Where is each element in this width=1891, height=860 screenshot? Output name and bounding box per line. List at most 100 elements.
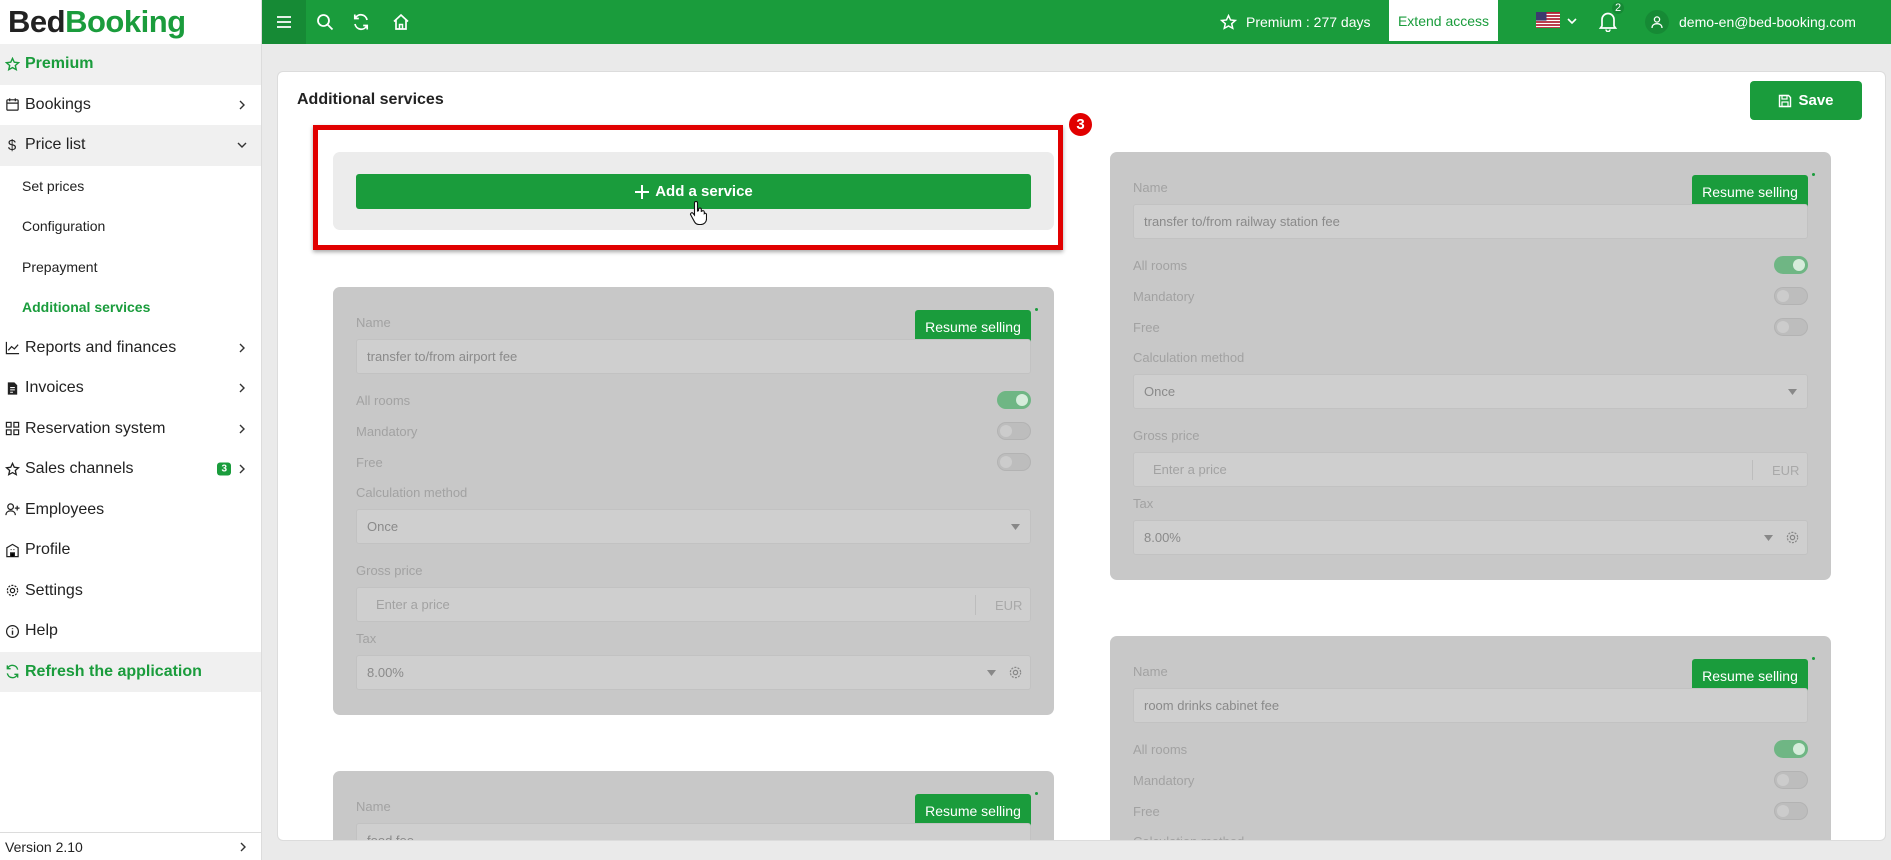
sidebar-item-settings[interactable]: Settings (0, 571, 261, 612)
all-rooms-label: All rooms (356, 393, 411, 408)
home-button[interactable] (382, 0, 420, 44)
status-dot (1035, 792, 1038, 795)
top-bar: Premium : 277 days Extend access 2 demo-… (262, 0, 1891, 44)
tax-select[interactable]: 8.00% (1133, 520, 1808, 555)
annotation-step-number: 3 (1067, 111, 1094, 138)
sidebar-item-label: Reservation system (25, 419, 166, 437)
sidebar-item-employees[interactable]: Employees (0, 490, 261, 531)
tax-label: Tax (1133, 496, 1154, 511)
building-icon (4, 542, 20, 558)
sidebar-item-label: Additional services (22, 299, 151, 316)
tax-value: 8.00% (1144, 530, 1181, 545)
chevron-right-icon (239, 383, 245, 393)
status-dot (1812, 657, 1815, 660)
all-rooms-toggle[interactable] (1774, 256, 1808, 274)
page-title: Additional services (297, 91, 444, 108)
divider (975, 595, 976, 615)
sidebar-item-configuration[interactable]: Configuration (0, 206, 261, 247)
sidebar-item-sales-channels[interactable]: Sales channels 3 (0, 449, 261, 490)
annotation-highlight-box (313, 125, 1063, 250)
status-dot (1035, 308, 1038, 311)
sidebar-item-price-list[interactable]: $ Price list (0, 125, 261, 166)
sidebar-item-help[interactable]: Help (0, 611, 261, 652)
service-name-value: room drinks cabinet fee (1144, 698, 1280, 713)
logo-text-booking: Booking (65, 4, 186, 39)
mandatory-toggle[interactable] (1774, 771, 1808, 789)
calculation-method-label: Calculation method (1133, 350, 1245, 365)
caret-down-icon (1788, 389, 1797, 395)
sidebar: BedBooking Premium Bookings $ Price list… (0, 0, 262, 860)
currency-label: EUR (1772, 463, 1800, 478)
name-label: Name (356, 315, 391, 330)
star-icon (4, 461, 20, 477)
chevron-down-icon (237, 142, 247, 149)
calculation-method-value: Once (367, 519, 399, 534)
name-label: Name (356, 799, 391, 814)
calculation-method-label: Calculation method (356, 485, 468, 500)
gross-price-input[interactable]: Enter a price EUR (356, 587, 1031, 622)
sidebar-item-premium[interactable]: Premium (0, 44, 261, 85)
service-name-field[interactable]: food fee (356, 823, 1031, 840)
calculation-method-value: Once (1144, 384, 1176, 399)
sidebar-item-refresh[interactable]: Refresh the application (0, 651, 261, 692)
name-label: Name (1133, 180, 1168, 195)
caret-down-icon (1011, 524, 1020, 530)
service-name-field[interactable]: transfer to/from airport fee (356, 339, 1031, 374)
star-icon (1220, 13, 1237, 30)
chevron-down-icon[interactable] (1566, 15, 1578, 27)
user-plus-icon (4, 502, 20, 518)
version-info[interactable]: Version 2.10 (0, 832, 262, 860)
app-logo[interactable]: BedBooking (0, 0, 261, 44)
free-toggle[interactable] (997, 453, 1031, 471)
sidebar-item-label: Price list (25, 136, 86, 154)
gross-price-label: Gross price (356, 563, 423, 578)
sidebar-item-prepayment[interactable]: Prepayment (0, 247, 261, 288)
premium-status: Premium : 277 days (1220, 0, 1371, 44)
user-menu[interactable]: demo-en@bed-booking.com (1645, 0, 1856, 44)
sidebar-item-set-prices[interactable]: Set prices (0, 166, 261, 207)
sidebar-item-label: Refresh the application (25, 662, 202, 680)
chevron-right-icon (240, 842, 246, 852)
free-toggle[interactable] (1774, 802, 1808, 820)
caret-down-icon (987, 670, 996, 676)
dollar-icon: $ (7, 136, 17, 154)
all-rooms-label: All rooms (1133, 258, 1188, 273)
search-button[interactable] (306, 0, 344, 44)
mandatory-label: Mandatory (1133, 289, 1195, 304)
hand-cursor-icon (690, 201, 707, 225)
mandatory-toggle[interactable] (997, 422, 1031, 440)
name-label: Name (1133, 664, 1168, 679)
mandatory-toggle[interactable] (1774, 287, 1808, 305)
us-flag-icon[interactable] (1536, 12, 1560, 28)
sidebar-item-label: Invoices (25, 379, 84, 397)
extend-access-button[interactable]: Extend access (1389, 0, 1498, 41)
calculation-method-select[interactable]: Once (1133, 374, 1808, 409)
sidebar-item-invoices[interactable]: Invoices (0, 368, 261, 409)
gear-icon[interactable] (1785, 530, 1800, 545)
sidebar-item-additional-services[interactable]: Additional services (0, 287, 261, 328)
all-rooms-toggle[interactable] (1774, 740, 1808, 758)
sidebar-item-reports[interactable]: Reports and finances (0, 328, 261, 369)
gross-price-input[interactable]: Enter a price EUR (1133, 452, 1808, 487)
sidebar-item-reservation-system[interactable]: Reservation system (0, 409, 261, 450)
service-name-field[interactable]: room drinks cabinet fee (1133, 688, 1808, 723)
gear-icon[interactable] (1008, 665, 1023, 680)
service-name-field[interactable]: transfer to/from railway station fee (1133, 204, 1808, 239)
service-name-value: transfer to/from airport fee (367, 349, 518, 364)
all-rooms-toggle[interactable] (997, 391, 1031, 409)
sidebar-item-label: Set prices (22, 177, 85, 194)
calculation-method-select[interactable]: Once (356, 509, 1031, 544)
chevron-right-icon (239, 464, 245, 474)
free-toggle[interactable] (1774, 318, 1808, 336)
sidebar-item-bookings[interactable]: Bookings (0, 85, 261, 126)
sidebar-item-profile[interactable]: Profile (0, 530, 261, 571)
calendar-icon (4, 97, 20, 113)
notification-count-badge: 2 (1612, 2, 1625, 14)
tax-select[interactable]: 8.00% (356, 655, 1031, 690)
sidebar-item-label: Profile (25, 541, 71, 559)
chart-line-icon (4, 340, 20, 356)
info-icon (4, 623, 20, 639)
save-button[interactable]: Save (1750, 81, 1862, 120)
refresh-button[interactable] (342, 0, 380, 44)
menu-toggle-button[interactable] (262, 0, 306, 44)
